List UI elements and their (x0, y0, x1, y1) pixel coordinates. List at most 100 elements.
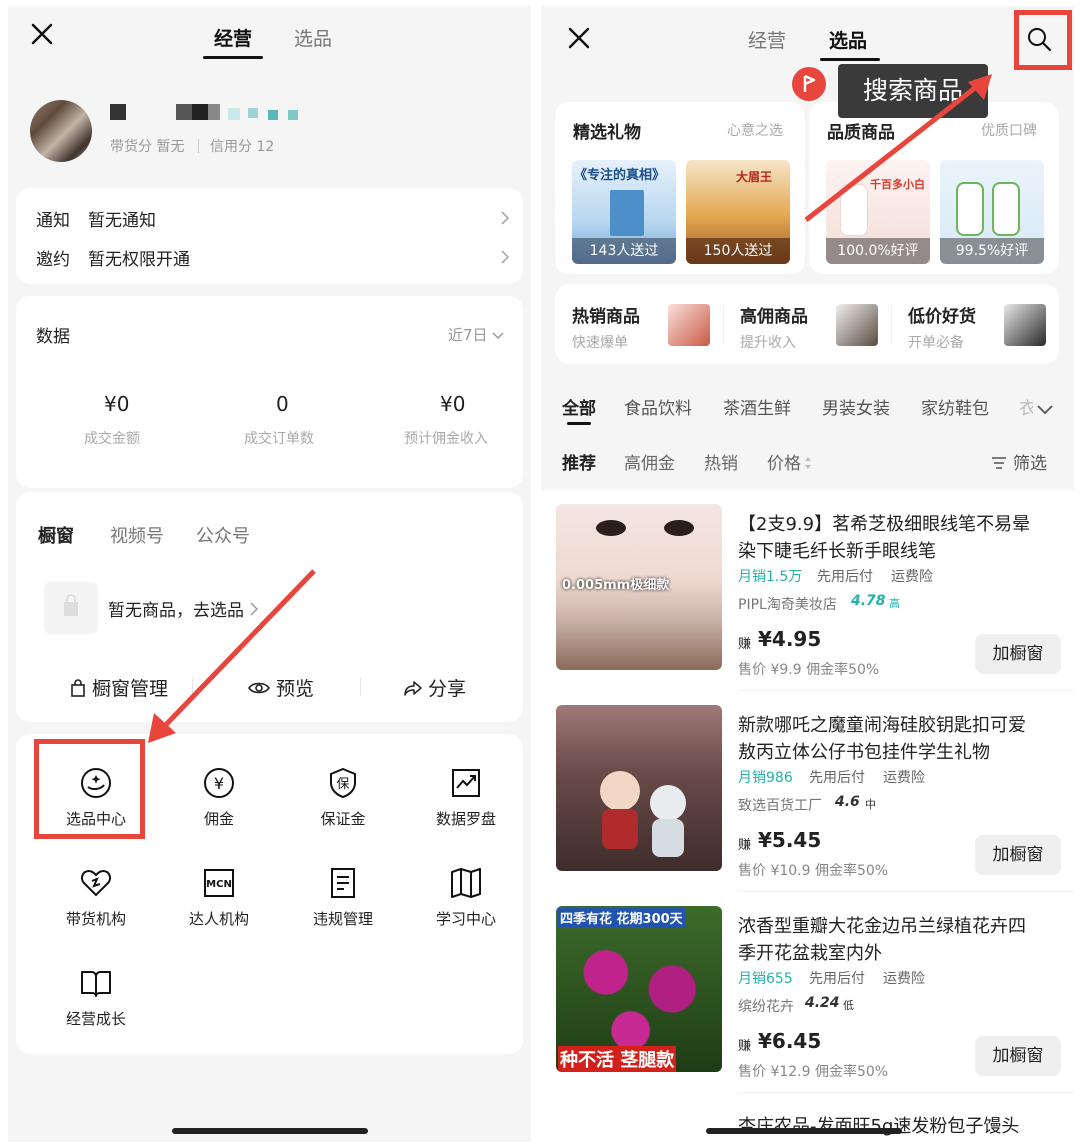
featured-sub: 心意之选 (727, 123, 783, 139)
earn-label: 赚 (738, 838, 752, 853)
close-icon[interactable] (30, 22, 54, 46)
product-card[interactable]: 新款哪吒之魔童闹海硅胶钥匙扣可爱 敖丙立体公仔书包挂件学生礼物 月销986 先用… (541, 691, 1074, 892)
add-to-window-button[interactable]: 加橱窗 (975, 634, 1061, 674)
shop-name[interactable]: PIPL淘奇美妆店 (738, 594, 837, 614)
invite-label: 邀约 (36, 250, 70, 270)
grid-growth[interactable]: 经营成长 (36, 966, 156, 1029)
tab-video[interactable]: 视频号 (110, 522, 164, 548)
category-tab[interactable]: 男装女装 (822, 394, 890, 419)
gift-count: 150人送过 (686, 238, 790, 264)
product-list: 0.005mm极细款 【2支9.9】茗希芝极细眼线笔不易晕 染下睫毛纤长新手眼线… (541, 490, 1074, 1142)
quick-sub: 提升收入 (740, 335, 796, 351)
product-title[interactable]: 浓香型重瓣大花金边吊兰绿植花卉四 (738, 912, 1026, 938)
notice-card: 通知 暂无通知 邀约 暂无权限开通 (16, 188, 523, 284)
gift-image[interactable]: 大眉王 150人送过 (686, 160, 790, 264)
product-image-caption: 0.005mm极细款 (562, 578, 670, 593)
quick-title[interactable]: 高佣商品 (740, 302, 808, 327)
add-to-window-button[interactable]: 加橱窗 (975, 1036, 1061, 1076)
tab-select[interactable]: 选品 (294, 24, 332, 51)
chevron-right-icon[interactable] (500, 249, 510, 268)
sort-price[interactable]: 价格 (767, 449, 812, 474)
tab-manage[interactable]: 经营 (748, 26, 786, 53)
product-title[interactable]: 季开花盆栽室内外 (738, 939, 882, 965)
product-title[interactable]: 【2支9.9】茗希芝极细眼线笔不易晕 (738, 510, 1030, 536)
arrow-annotation (804, 74, 992, 222)
sort-hot[interactable]: 热销 (704, 449, 738, 474)
earn-label: 赚 (738, 637, 752, 652)
add-to-window-button[interactable]: 加橱窗 (975, 835, 1061, 875)
category-tab-all[interactable]: 全部 (562, 394, 596, 419)
tab-window[interactable]: 橱窗 (38, 522, 74, 548)
product-card[interactable]: 四季有花 花期300天 种不活 茎腿款 浓香型重瓣大花金边吊兰绿植花卉四 季开花… (541, 892, 1074, 1093)
shop-name[interactable]: 致选百货工厂 (738, 795, 822, 815)
credit-score: 信用分 12 (210, 139, 275, 155)
product-card[interactable]: 0.005mm极细款 【2支9.9】茗希芝极细眼线笔不易晕 染下睫毛纤长新手眼线… (541, 490, 1074, 691)
document-icon (331, 868, 355, 898)
tab-select[interactable]: 选品 (829, 26, 867, 53)
chart-icon (452, 769, 480, 797)
metric-label: 成交金额 (84, 431, 140, 447)
product-image[interactable] (556, 705, 722, 871)
low-price-thumb[interactable] (1004, 304, 1046, 346)
product-title[interactable]: 染下睫毛纤长新手眼线笔 (738, 537, 936, 563)
grid-violation[interactable]: 违规管理 (283, 866, 403, 929)
product-title[interactable]: 敖丙立体公仔书包挂件学生礼物 (738, 738, 990, 764)
grid-data-compass[interactable]: 数据罗盘 (406, 766, 526, 829)
quick-sub: 开单必备 (908, 335, 964, 351)
product-image-caption: 种不活 茎腿款 (558, 1046, 677, 1072)
metric-label: 预计佣金收入 (404, 431, 488, 447)
svg-text:¥: ¥ (214, 774, 224, 793)
gift-image-caption: 《专注的真相》 (574, 168, 666, 183)
sort-high-commission[interactable]: 高佣金 (624, 449, 675, 474)
commission-icon: ¥ (204, 768, 234, 798)
chevron-down-icon[interactable] (1037, 400, 1053, 419)
shield-icon: 保 (330, 767, 356, 799)
tag-shipping: 运费险 (883, 770, 925, 786)
grid-commission[interactable]: ¥ 佣金 (159, 766, 279, 829)
quick-title[interactable]: 低价好货 (908, 302, 976, 327)
category-tab[interactable]: 茶酒生鲜 (723, 394, 791, 419)
avatar[interactable] (30, 100, 92, 162)
share-button[interactable]: 分享 (404, 674, 466, 701)
shop-level: 中 (865, 798, 876, 811)
grid-mcn[interactable]: MCN 达人机构 (159, 866, 279, 929)
divider (891, 306, 892, 344)
share-icon (404, 681, 422, 696)
grid-learning[interactable]: 学习中心 (406, 866, 526, 929)
invite-value[interactable]: 暂无权限开通 (88, 245, 190, 270)
filter-button[interactable]: 筛选 (991, 449, 1047, 474)
quick-sub: 快速爆单 (572, 335, 628, 351)
tab-manage[interactable]: 经营 (214, 24, 252, 51)
product-title[interactable]: 新款哪吒之魔童闹海硅胶钥匙扣可爱 (738, 711, 1026, 737)
high-commission-thumb[interactable] (836, 304, 878, 346)
quick-title[interactable]: 热销商品 (572, 302, 640, 327)
featured-title: 精选礼物 (573, 123, 641, 143)
product-image[interactable]: 0.005mm极细款 (556, 504, 722, 670)
tab-underline (203, 56, 263, 59)
filter-icon (992, 457, 1006, 469)
chevron-right-icon[interactable] (500, 210, 510, 229)
gift-image[interactable]: 《专注的真相》 143人送过 (572, 160, 676, 264)
grid-agency[interactable]: 带货机构 (36, 866, 156, 929)
tab-official[interactable]: 公众号 (196, 522, 250, 548)
category-tab[interactable]: 家纺鞋包 (921, 394, 989, 419)
category-tab[interactable]: 衣 (1019, 394, 1033, 419)
price-info: 售价 ¥12.9 佣金率50% (738, 1064, 889, 1080)
period-select[interactable]: 近7日 (448, 324, 504, 345)
category-tab[interactable]: 食品饮料 (624, 394, 692, 419)
monthly-sales: 月销655 (738, 971, 793, 987)
shop-name[interactable]: 缤纷花卉 (738, 996, 794, 1016)
grid-deposit[interactable]: 保 保证金 (283, 766, 403, 829)
sort-recommend[interactable]: 推荐 (562, 449, 596, 474)
featured-gifts-card[interactable]: 精选礼物 心意之选 《专注的真相》 143人送过 大眉王 150人送过 (555, 102, 805, 274)
hot-goods-thumb[interactable] (668, 304, 710, 346)
metric-value: ¥0 (104, 392, 130, 416)
close-icon[interactable] (567, 26, 591, 50)
book-icon (451, 868, 481, 898)
category-underline (567, 422, 591, 425)
notice-value[interactable]: 暂无通知 (88, 206, 156, 231)
product-title-cut[interactable]: 杏庄农品-发面旺5g速发粉包子馒头 (738, 1112, 1019, 1138)
product-image[interactable]: 四季有花 花期300天 种不活 茎腿款 (556, 906, 722, 1072)
bag-outline-icon (71, 679, 85, 697)
svg-text:MCN: MCN (206, 879, 232, 890)
